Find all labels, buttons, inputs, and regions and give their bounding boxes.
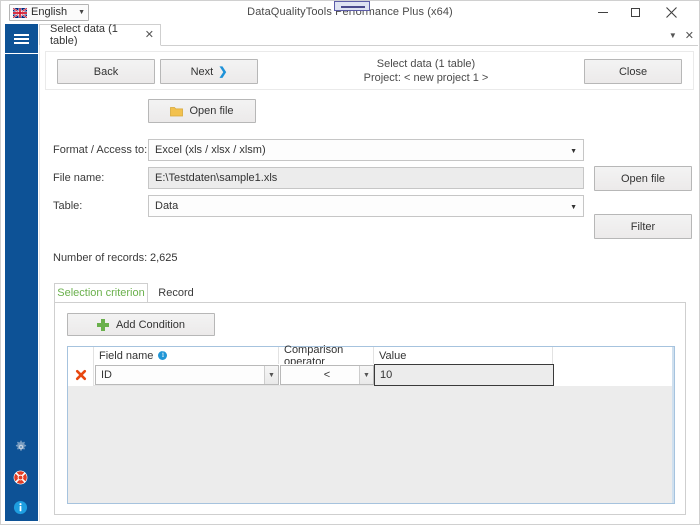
criteria-section: Selection criterion Record Add Condition — [54, 283, 686, 515]
hamburger-menu-button[interactable] — [5, 24, 38, 53]
delete-condition-button[interactable] — [68, 364, 94, 386]
next-button-label: Next — [190, 65, 214, 78]
grid-empty-area — [68, 386, 674, 503]
close-icon[interactable]: ✕ — [685, 29, 694, 42]
back-button[interactable]: Back — [57, 59, 155, 84]
row-spacer-cell — [554, 364, 674, 386]
info-icon — [13, 500, 28, 514]
grid-header-value-label: Value — [379, 349, 407, 362]
comparison-operator-combobox[interactable]: < ▼ — [280, 365, 374, 385]
tab-strip-controls: ▼ ✕ — [669, 24, 694, 46]
lifebuoy-help-icon — [13, 470, 28, 484]
sidebar — [4, 24, 39, 522]
title-bar: English ▼ DataQualityTools Performance P… — [1, 1, 699, 24]
filter-button[interactable]: Filter — [594, 214, 692, 239]
close-window-button[interactable] — [655, 1, 688, 24]
gear-icon — [15, 440, 26, 451]
close-icon[interactable]: ✕ — [145, 29, 154, 41]
grid-header-delete — [68, 347, 94, 364]
chevron-down-icon: ▼ — [570, 204, 577, 211]
hamburger-menu-icon — [14, 32, 29, 46]
grid-header-comparison-operator[interactable]: Comparison operator — [279, 344, 374, 368]
delete-x-icon — [75, 369, 86, 381]
tab-record-label: Record — [158, 287, 194, 299]
add-condition-button[interactable]: Add Condition — [67, 313, 215, 336]
table-field-label: Table: — [53, 200, 83, 212]
format-combobox-value: Excel (xls / xlsx / xlsm) — [155, 144, 266, 156]
records-label: Number of records: — [53, 252, 148, 264]
conditions-grid: Field name Comparison operator Value — [67, 344, 675, 504]
sidebar-item-settings[interactable] — [4, 434, 37, 460]
chevron-right-icon: ❯ — [218, 66, 228, 78]
tab-selection-criterion[interactable]: Selection criterion — [54, 283, 148, 303]
folder-icon — [170, 106, 184, 117]
back-button-label: Back — [93, 65, 119, 78]
application-window: English ▼ DataQualityTools Performance P… — [0, 0, 700, 525]
value-cell-text: 10 — [380, 369, 393, 381]
wizard-heading-block: Select data (1 table) Project: < new pro… — [276, 57, 576, 85]
floating-toolbar-handle[interactable] — [334, 1, 370, 11]
content-panel: Back Next ❯ Select data (1 table) Projec… — [39, 46, 698, 522]
tab-record[interactable]: Record — [150, 283, 202, 303]
comparison-operator-value: < — [323, 369, 331, 381]
selection-criterion-panel: Add Condition Field name Comparison oper… — [54, 302, 686, 515]
tab-strip: Select data (1 table) ✕ ▼ ✕ — [39, 23, 698, 47]
close-icon — [666, 7, 677, 18]
grid-header-spacer — [553, 347, 674, 364]
value-cell[interactable]: 10 — [374, 364, 554, 386]
grid-header-field-name-label: Field name — [99, 349, 154, 362]
next-button[interactable]: Next ❯ — [160, 59, 258, 84]
field-name-value: ID — [101, 369, 112, 381]
file-name-field-label: File name: — [53, 172, 105, 184]
minimize-button[interactable] — [586, 1, 619, 24]
sidebar-item-info[interactable] — [4, 494, 37, 520]
open-file-button-side[interactable]: Open file — [594, 166, 692, 191]
table-combobox-value: Data — [155, 200, 179, 212]
plus-icon — [96, 318, 109, 331]
grid-header-row: Field name Comparison operator Value — [68, 344, 674, 368]
chevron-down-icon: ▼ — [264, 366, 278, 384]
grid-vertical-scrollbar[interactable] — [672, 347, 674, 503]
format-field-label: Format / Access to: — [53, 144, 148, 156]
minimize-icon — [597, 12, 608, 13]
filter-button-label: Filter — [630, 220, 656, 233]
close-page-label: Close — [618, 65, 648, 78]
maximize-button[interactable] — [619, 1, 652, 24]
open-file-top-label: Open file — [189, 105, 234, 117]
chevron-down-icon[interactable]: ▼ — [669, 31, 677, 40]
project-subtitle: Project: < new project 1 > — [363, 72, 489, 84]
records-value: 2,625 — [150, 252, 178, 264]
grid-header-field-name[interactable]: Field name — [94, 347, 279, 364]
table-row[interactable]: ID ▼ < ▼ 10 — [68, 364, 674, 386]
open-file-button-top[interactable]: Open file — [148, 99, 256, 123]
tab-selection-criterion-label: Selection criterion — [57, 287, 145, 299]
info-icon[interactable] — [158, 350, 168, 360]
open-file-side-label: Open file — [620, 172, 666, 185]
tab-label: Select data (1 table) — [50, 23, 118, 47]
maximize-icon — [631, 8, 640, 17]
grid-header-value[interactable]: Value — [374, 347, 553, 364]
field-name-combobox[interactable]: ID ▼ — [95, 365, 279, 385]
format-combobox[interactable]: Excel (xls / xlsx / xlsm) ▼ — [148, 139, 584, 161]
add-condition-label: Add Condition — [115, 318, 186, 331]
file-name-value: E:\Testdaten\sample1.xls — [155, 172, 278, 184]
chevron-down-icon: ▼ — [359, 366, 373, 384]
page-title: Select data (1 table) — [376, 58, 476, 70]
sidebar-item-help[interactable] — [4, 464, 37, 490]
file-name-input[interactable]: E:\Testdaten\sample1.xls — [148, 167, 584, 189]
close-page-button[interactable]: Close — [584, 59, 682, 84]
wizard-toolbar: Back Next ❯ Select data (1 table) Projec… — [45, 51, 694, 90]
chevron-down-icon: ▼ — [570, 148, 577, 155]
table-combobox[interactable]: Data ▼ — [148, 195, 584, 217]
tab-select-data[interactable]: Select data (1 table) ✕ — [39, 23, 161, 47]
